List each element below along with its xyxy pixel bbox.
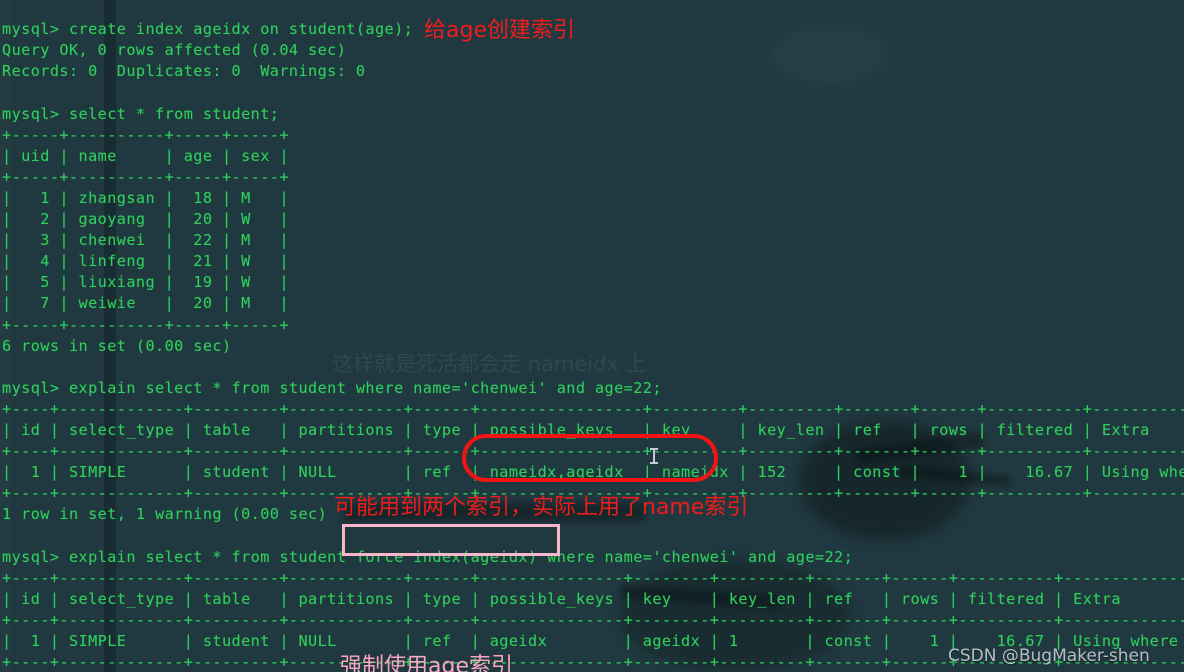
- terminal-screenshot: 这样就是死活都会走 nameidx 上 mysql> create index …: [0, 0, 1184, 672]
- terminal-output[interactable]: mysql> create index ageidx on student(ag…: [0, 15, 1184, 672]
